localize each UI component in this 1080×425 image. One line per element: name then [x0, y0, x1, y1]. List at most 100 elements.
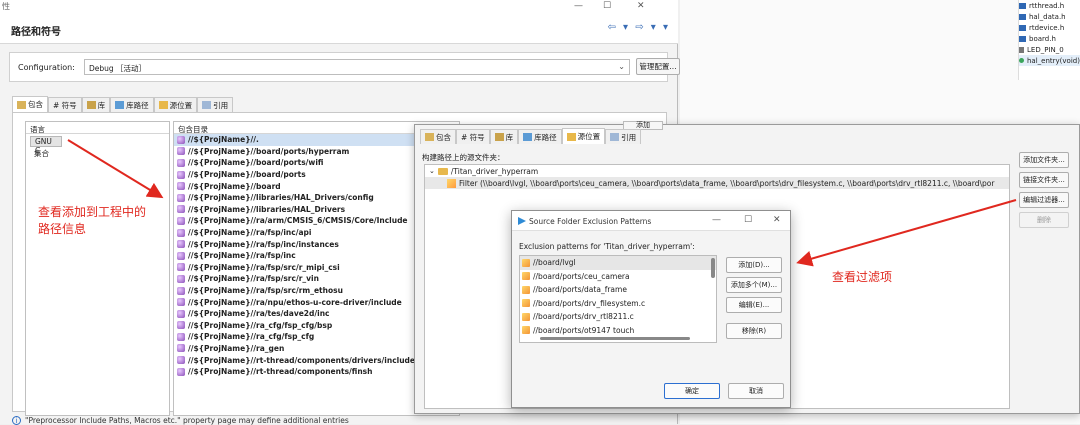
- add-pattern-button[interactable]: 添加(D)...: [726, 257, 782, 273]
- exclusion-pattern-list: //board/lvgl //board/ports/ceu_camera //bo…: [519, 255, 717, 343]
- include-path-label: //${ProjName}//.: [188, 135, 259, 145]
- outline-item[interactable]: board.h: [1019, 33, 1080, 44]
- minimize-button[interactable]: —: [712, 215, 721, 225]
- tab-label: 库路径: [534, 132, 557, 142]
- tab-label: 源位置: [169, 100, 193, 110]
- tab-library-path[interactable]: 库路径: [518, 129, 562, 144]
- outline-item[interactable]: LED_PIN_0: [1019, 44, 1080, 55]
- close-button[interactable]: ✕: [637, 1, 645, 11]
- language-list: 语言 GNU C 集合: [25, 121, 170, 416]
- tab-include[interactable]: 包含: [12, 96, 48, 112]
- reference-icon: [610, 133, 620, 141]
- tab-label: 库: [505, 132, 514, 142]
- add-multiple-button[interactable]: 添加多个(M)...: [726, 277, 782, 293]
- include-path-label: //${ProjName}//ra/fsp/src/r_vin: [188, 274, 319, 284]
- edit-filter-button[interactable]: 编辑过滤器...: [1019, 192, 1069, 208]
- exclusion-pattern-row[interactable]: //board/ports/data_frame: [520, 283, 716, 297]
- dialog-title: Source Folder Exclusion Patterns: [529, 217, 652, 226]
- include-path-icon: [177, 356, 185, 365]
- function-icon: [1019, 58, 1024, 63]
- include-path-icon: [177, 263, 185, 272]
- language-item-collection[interactable]: 集合: [26, 147, 169, 158]
- include-path-icon: [177, 147, 185, 156]
- page-header: 路径和符号 ⇦ ▾ ⇨ ▾ ▾: [0, 14, 678, 44]
- maximize-button[interactable]: ☐: [603, 1, 611, 11]
- outline-item-label: LED_PIN_0: [1027, 45, 1064, 54]
- exclusion-pattern-label: //board/lvgl: [533, 258, 576, 268]
- configuration-select[interactable]: Debug ［活动］ ⌄: [84, 59, 630, 75]
- outline-item-label: hal_data.h: [1029, 12, 1066, 21]
- tab-source-location[interactable]: 源位置: [153, 97, 198, 112]
- source-location-icon: [566, 132, 576, 141]
- filter-icon: [447, 178, 456, 188]
- tab-symbols[interactable]: # 符号: [456, 129, 490, 144]
- tab-library[interactable]: 库: [81, 97, 111, 112]
- remove-pattern-button[interactable]: 移除(R): [726, 323, 782, 339]
- delete-button[interactable]: 删除: [1019, 212, 1069, 228]
- edit-pattern-button[interactable]: 编辑(E)...: [726, 297, 782, 313]
- tab-references[interactable]: 引用: [605, 129, 642, 144]
- manage-configurations-button[interactable]: 管理配置...: [636, 58, 680, 75]
- outline-item[interactable]: rtthread.h: [1019, 0, 1080, 11]
- tab-label: # 符号: [461, 132, 485, 142]
- maximize-button[interactable]: ☐: [744, 215, 752, 225]
- tab-source-location[interactable]: 源位置: [561, 128, 606, 144]
- outline-item[interactable]: rtdevice.h: [1019, 22, 1080, 33]
- include-path-label: //${ProjName}//ra/tes/dave2d/inc: [188, 309, 330, 319]
- outline-item[interactable]: hal_entry(void): [1019, 55, 1080, 66]
- include-path-label: //${ProjName}//rt-thread/components/driv…: [188, 355, 416, 365]
- include-icon: [425, 133, 434, 141]
- close-button[interactable]: ✕: [773, 215, 781, 225]
- include-path-icon: [177, 228, 185, 237]
- include-path-icon: [177, 158, 185, 167]
- vertical-scrollbar[interactable]: [711, 258, 715, 278]
- add-folder-button[interactable]: 添加文件夹...: [1019, 152, 1069, 168]
- reference-icon: [202, 101, 212, 109]
- cancel-button[interactable]: 取消: [728, 383, 784, 399]
- tab-label: 引用: [213, 100, 229, 110]
- minimize-button[interactable]: —: [574, 1, 583, 11]
- tab-label: 库: [97, 100, 106, 110]
- app-icon: [518, 217, 526, 225]
- tab-references[interactable]: 引用: [197, 97, 234, 112]
- include-path-icon: [177, 332, 185, 341]
- annotation-right: 查看过滤项: [832, 270, 893, 284]
- source-location-icon: [158, 101, 168, 109]
- exclusion-pattern-label: //board/ports/drv_filesystem.c: [533, 298, 646, 308]
- include-path-icon: [177, 367, 185, 376]
- exclusion-pattern-row[interactable]: //board/ports/drv_rtl8211.c: [520, 310, 716, 324]
- tree-folder-row[interactable]: ⌄ /Titan_driver_hyperram: [425, 165, 1009, 177]
- exclusion-pattern-row[interactable]: //board/ports/ceu_camera: [520, 270, 716, 284]
- outline-item[interactable]: hal_data.h: [1019, 11, 1080, 22]
- tab-label: # 符号: [53, 100, 77, 110]
- outline-item-label: rtthread.h: [1029, 1, 1065, 10]
- filter-icon: [522, 285, 530, 294]
- exclusion-pattern-row[interactable]: //board/ports/ot9147 touch: [520, 324, 716, 338]
- include-path-icon: [177, 274, 185, 283]
- tree-filter-row[interactable]: Filter (\\board\lvgl, \\board\ports\ceu_…: [425, 177, 1009, 189]
- include-path-icon: [177, 205, 185, 214]
- tab-symbols[interactable]: # 符号: [48, 97, 82, 112]
- link-folder-button[interactable]: 链接文件夹...: [1019, 172, 1069, 188]
- language-item-gnu-c[interactable]: GNU C: [30, 136, 62, 155]
- source-tab-bar: 包含 # 符号 库 库路径 源位置 引用: [420, 128, 642, 144]
- ok-button[interactable]: 确定: [664, 383, 720, 399]
- include-path-icon: [177, 182, 185, 191]
- include-path-icon: [177, 216, 185, 225]
- exclusion-pattern-row[interactable]: //board/ports/drv_filesystem.c: [520, 297, 716, 311]
- tab-library[interactable]: 库: [489, 129, 519, 144]
- include-path-label: //${ProjName}//board/ports/wifi: [188, 158, 324, 168]
- folder-label: /Titan_driver_hyperram: [450, 166, 539, 176]
- tab-include[interactable]: 包含: [420, 129, 456, 144]
- include-path-label: //${ProjName}//libraries/HAL_Drivers: [188, 204, 346, 214]
- history-nav-buttons[interactable]: ⇦ ▾ ⇨ ▾ ▾: [607, 22, 670, 33]
- horizontal-scrollbar[interactable]: [540, 337, 690, 340]
- exclusion-pattern-row[interactable]: //board/lvgl: [520, 256, 716, 270]
- chevron-down-icon[interactable]: ⌄: [429, 167, 435, 175]
- window-title: 性: [2, 2, 10, 11]
- include-path-label: //${ProjName}//ra/fsp/inc: [188, 251, 296, 261]
- include-path-label: //${ProjName}//board/ports/hyperram: [188, 146, 350, 156]
- outline-item-label: board.h: [1029, 34, 1056, 43]
- tab-library-path[interactable]: 库路径: [110, 97, 154, 112]
- include-icon: [17, 100, 26, 109]
